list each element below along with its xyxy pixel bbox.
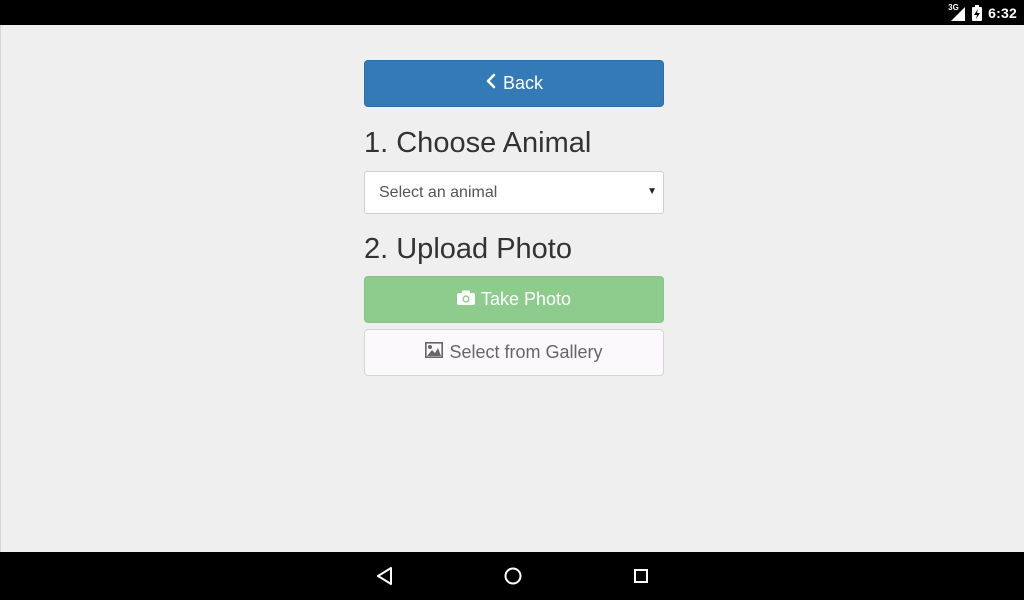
navigation-bar — [0, 552, 1024, 600]
chevron-left-icon — [485, 73, 497, 94]
caret-down-icon: ▼ — [647, 186, 657, 197]
picture-icon — [425, 342, 444, 363]
animal-select-value: Select an animal — [379, 183, 498, 201]
step1-heading: 1. Choose Animal — [364, 127, 592, 159]
take-photo-button[interactable]: Take Photo — [364, 276, 664, 323]
home-circle-icon[interactable] — [501, 564, 525, 588]
take-photo-label: Take Photo — [480, 289, 572, 309]
battery-charging-icon — [972, 4, 983, 21]
signal-indicator: 3G — [948, 2, 966, 22]
camera-icon — [456, 289, 475, 310]
back-button-label: Back — [502, 73, 544, 93]
status-icons: 3G 6:32 — [948, 0, 1017, 25]
animal-select[interactable]: Select an animal ▼ — [364, 171, 664, 214]
status-bar: 3G 6:32 — [0, 0, 1024, 25]
select-gallery-button[interactable]: Select from Gallery — [364, 329, 664, 376]
step2-heading: 2. Upload Photo — [364, 233, 572, 265]
network-type-label: 3G — [948, 2, 959, 12]
app-area: Back 1. Choose Animal Select an animal ▼… — [0, 25, 1024, 552]
back-triangle-icon[interactable] — [373, 564, 397, 588]
select-gallery-label: Select from Gallery — [449, 342, 603, 362]
recents-square-icon[interactable] — [629, 564, 653, 588]
back-button[interactable]: Back — [364, 60, 664, 107]
clock: 6:32 — [988, 4, 1017, 21]
form-container: Back 1. Choose Animal Select an animal ▼… — [364, 60, 664, 376]
